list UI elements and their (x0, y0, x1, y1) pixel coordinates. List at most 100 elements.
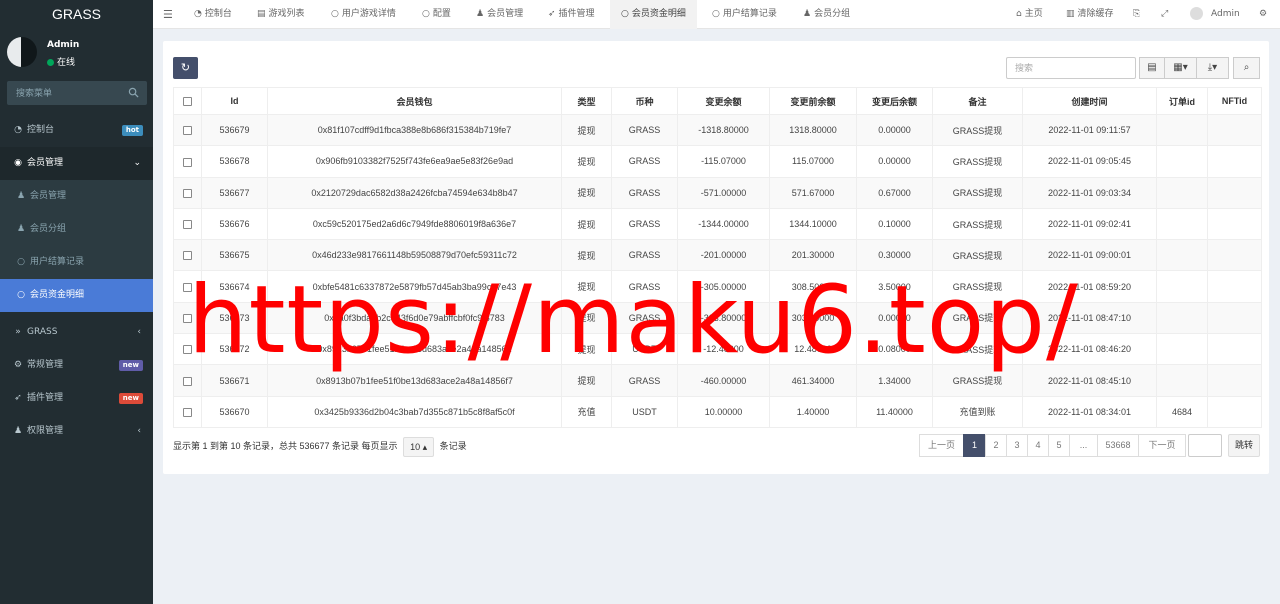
page-button[interactable]: 4 (1027, 434, 1049, 457)
table-row[interactable]: 536672 0x8913b07b1fee51f0be13d683ace2a48a… (173, 333, 1262, 366)
sidebar-subitem-fund-details[interactable]: ○ 会员资金明细 (0, 279, 153, 312)
export-dropdown-button[interactable]: ⤓▾ (1196, 57, 1229, 79)
column-header[interactable]: 类型 (561, 87, 612, 115)
table-row[interactable]: 536677 0x2120729dac6582d38a2426fcba74594e… (173, 176, 1262, 209)
tab-member-groups[interactable]: ♟ 会员分组 (803, 0, 850, 29)
sidebar-item-grass[interactable]: » GRASS ‹ (0, 316, 153, 349)
column-header[interactable]: 变更后余额 (856, 87, 933, 115)
tab-game-list[interactable]: ▤ 游戏列表 (257, 0, 305, 29)
row-checkbox-cell[interactable] (173, 395, 202, 428)
table-cell: 0x8913b07b1fee51f0be13d683ace2a48a14856f… (267, 364, 562, 397)
sidebar-subitem-member-groups[interactable]: ♟ 会员分组 (0, 213, 153, 246)
sidebar-item-label: 会员管理 (27, 158, 64, 168)
table-cell: 12.48000 (769, 333, 857, 366)
menu-toggle-icon[interactable]: ☰ (163, 0, 173, 29)
tab-fund-details[interactable]: ○ 会员资金明细 (610, 0, 697, 29)
member-submenu: ♟ 会员管理 ♟ 会员分组 ○ 用户结算记录 ○ 会员资金明细 (0, 180, 153, 312)
page-button[interactable]: 3 (1006, 434, 1028, 457)
jump-page-input[interactable] (1188, 434, 1222, 457)
checkbox[interactable] (183, 97, 192, 107)
row-checkbox[interactable] (183, 345, 192, 355)
settings-gear-icon[interactable]: ⚙ (1259, 0, 1267, 29)
language-icon[interactable]: ⎘ (1133, 0, 1140, 29)
select-all-checkbox[interactable] (173, 87, 202, 115)
sidebar-item-plugins[interactable]: ➶ 插件管理 new (0, 382, 153, 415)
page-button-current[interactable]: 1 (963, 434, 986, 457)
page-button-last[interactable]: 53668 (1097, 434, 1139, 457)
home-link[interactable]: ⌂ 主页 (1016, 0, 1043, 29)
row-checkbox[interactable] (183, 313, 192, 323)
clear-cache-button[interactable]: ▥ 清除缓存 (1066, 0, 1114, 29)
table-row[interactable]: 536673 0x4a0f3bda8b2c343f6d0e79abffcbf0fc… (173, 301, 1262, 335)
row-checkbox[interactable] (183, 407, 192, 417)
prev-page-button[interactable]: 上一页 (919, 434, 964, 457)
table-row[interactable]: 536679 0x81f107cdff9d1fbca388e8b686f31538… (173, 113, 1262, 147)
row-checkbox[interactable] (183, 157, 192, 167)
column-header[interactable]: 变更余额 (677, 87, 770, 115)
tab-settlement-records[interactable]: ○ 用户结算记录 (712, 0, 777, 29)
table-cell: 303.80000 (769, 301, 857, 335)
table-row[interactable]: 536671 0x8913b07b1fee51f0be13d683ace2a48a… (173, 364, 1262, 397)
sidebar-item-permissions[interactable]: ♟ 权限管理 ‹ (0, 415, 153, 448)
jump-button[interactable]: 跳转 (1228, 434, 1260, 457)
row-checkbox-cell[interactable] (173, 176, 202, 209)
row-checkbox[interactable] (183, 126, 192, 136)
row-checkbox-cell[interactable] (173, 207, 202, 241)
table-row[interactable]: 536676 0xc59c520175ed2a6d6c7949fde8806019… (173, 207, 1262, 241)
table-cell: 2022-11-01 09:11:57 (1022, 113, 1157, 147)
row-checkbox-cell[interactable] (173, 239, 202, 272)
row-checkbox-cell[interactable] (173, 301, 202, 335)
table-search-input[interactable] (1006, 57, 1136, 79)
table-cell: 提现 (561, 176, 612, 209)
search-icon[interactable] (128, 87, 139, 98)
table-cell: -1318.80000 (677, 113, 770, 147)
table-row[interactable]: 536670 0x3425b9336d2b04c3bab7d355c871b5c8… (173, 395, 1262, 428)
sidebar-subitem-settlement-records[interactable]: ○ 用户结算记录 (0, 246, 153, 279)
fullscreen-icon[interactable]: ⤢ (1161, 0, 1168, 29)
row-checkbox-cell[interactable] (173, 364, 202, 397)
next-page-button[interactable]: 下一页 (1138, 434, 1186, 457)
column-header[interactable]: 创建时间 (1022, 87, 1157, 115)
columns-dropdown-button[interactable]: ▦▾ (1164, 57, 1197, 79)
tab-plugin-management[interactable]: ➶ 插件管理 (548, 0, 595, 29)
admin-user-menu[interactable]: Admin (1190, 0, 1240, 29)
tab-config[interactable]: ○ 配置 (422, 0, 451, 29)
column-header[interactable]: 订单id (1156, 87, 1208, 115)
row-checkbox[interactable] (183, 282, 192, 292)
row-checkbox-cell[interactable] (173, 333, 202, 366)
table-row[interactable]: 536674 0xbfe5481c6337872e5879fb57d45ab3ba… (173, 270, 1262, 303)
sidebar-item-label: 会员管理 (30, 191, 67, 201)
column-header[interactable]: 变更前余额 (769, 87, 857, 115)
row-checkbox-cell[interactable] (173, 145, 202, 178)
row-checkbox-cell[interactable] (173, 270, 202, 303)
row-checkbox-cell[interactable] (173, 113, 202, 147)
row-checkbox[interactable] (183, 188, 192, 198)
row-checkbox[interactable] (183, 251, 192, 261)
sidebar-item-member-management[interactable]: ◉ 会员管理 ⌄ (0, 147, 153, 180)
row-checkbox[interactable] (183, 376, 192, 386)
sidebar-search-input[interactable] (7, 81, 117, 105)
column-header[interactable]: 备注 (932, 87, 1023, 115)
table-cell: -460.00000 (677, 364, 770, 397)
table-row[interactable]: 536678 0x906fb9103382f7525f743fe6ea9ae5e8… (173, 145, 1262, 178)
column-header[interactable]: Id (201, 87, 268, 115)
tab-dashboard[interactable]: ◔ 控制台 (194, 0, 232, 29)
column-header[interactable]: NFTid (1207, 87, 1262, 115)
toggle-view-button[interactable]: ▤ (1139, 57, 1165, 79)
column-header[interactable]: 币种 (611, 87, 678, 115)
row-checkbox[interactable] (183, 220, 192, 230)
table-row[interactable]: 536675 0x46d233e9817661148b59508879d70efc… (173, 239, 1262, 272)
search-toggle-button[interactable]: ⌕ (1233, 57, 1260, 79)
sidebar-item-general[interactable]: ⚙ 常规管理 new (0, 349, 153, 382)
page-button[interactable]: 5 (1048, 434, 1070, 457)
tab-member-management[interactable]: ♟ 会员管理 (476, 0, 523, 29)
page-size-select[interactable]: 10 ▴ (403, 436, 435, 457)
table-cell: 2022-11-01 09:00:01 (1022, 239, 1157, 272)
page-button[interactable]: 2 (985, 434, 1007, 457)
sidebar-subitem-members[interactable]: ♟ 会员管理 (0, 180, 153, 213)
tab-user-game-details[interactable]: ○ 用户游戏详情 (331, 0, 396, 29)
app-logo[interactable]: GRASS (0, 0, 153, 30)
column-header[interactable]: 会员钱包 (267, 87, 562, 115)
refresh-button[interactable]: ↻ (173, 57, 198, 79)
sidebar-item-dashboard[interactable]: ◔ 控制台 hot (0, 114, 153, 147)
